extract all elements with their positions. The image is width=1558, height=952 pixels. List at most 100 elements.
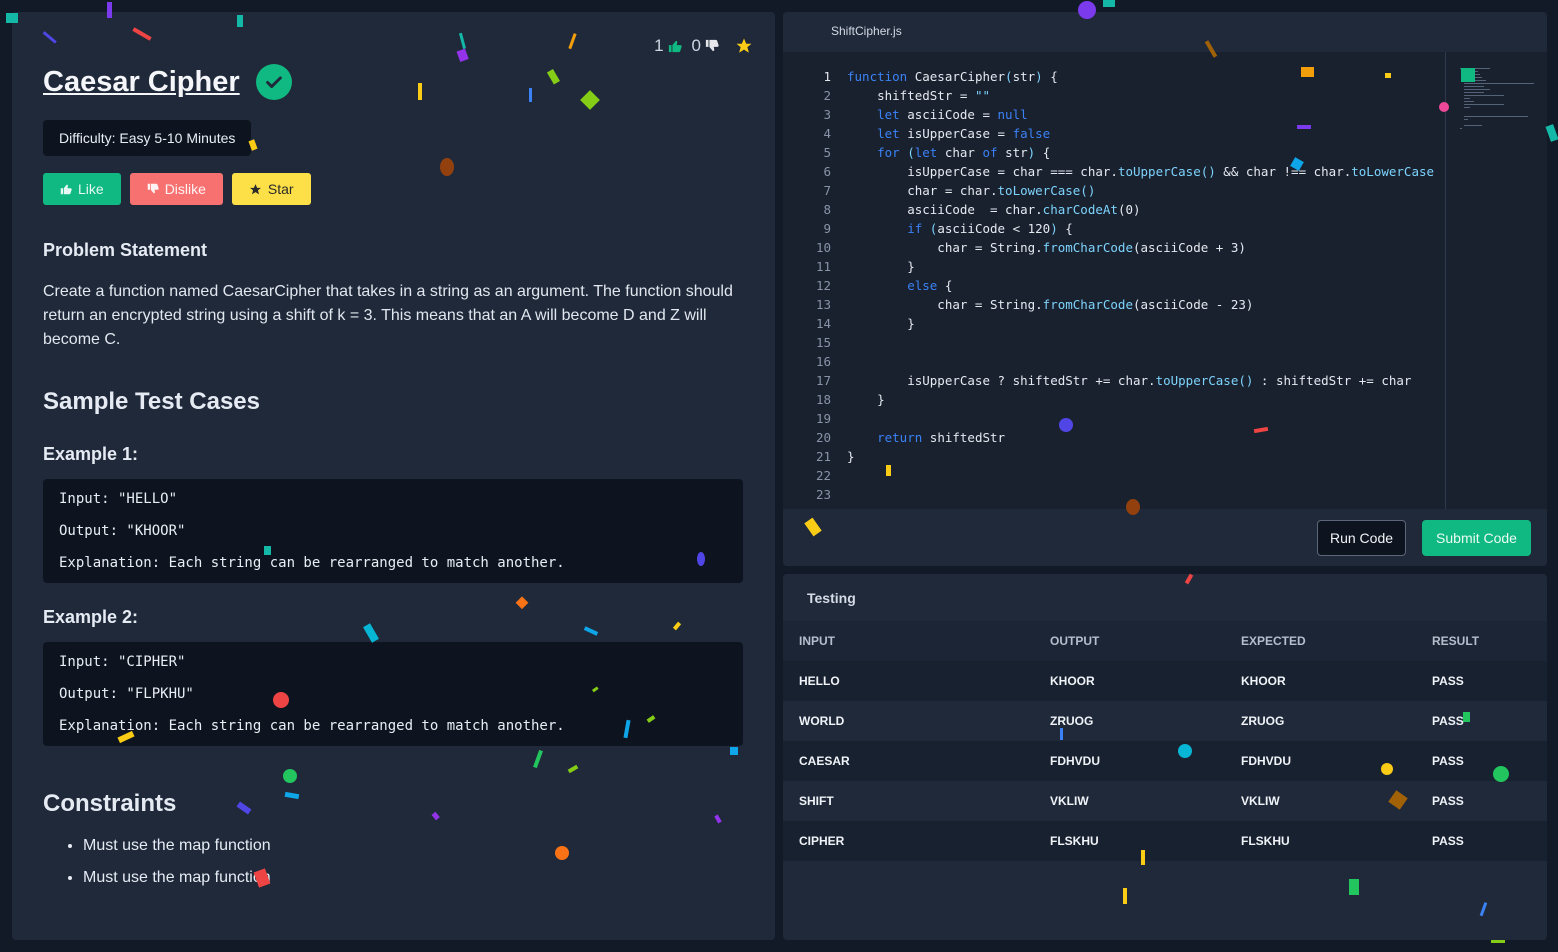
submit-code-button[interactable]: Submit Code bbox=[1422, 520, 1531, 556]
code-line: asciiCode = char.charCodeAt(0) bbox=[847, 202, 1141, 217]
example-input: Input: "HELLO" bbox=[59, 491, 178, 507]
thumbs-up-icon bbox=[668, 40, 682, 53]
constraints-list: Must use the map function Must use the m… bbox=[83, 834, 271, 898]
minimap-line bbox=[1464, 98, 1470, 99]
minimap-line bbox=[1464, 125, 1482, 126]
example-output: Output: "FLPKHU" bbox=[59, 686, 194, 702]
code-line: for (let char of str) { bbox=[847, 145, 1051, 160]
minimap-line bbox=[1460, 128, 1462, 129]
cell-expected: VKLIW bbox=[1241, 794, 1280, 808]
cell-result: PASS bbox=[1432, 674, 1464, 688]
line-number: 21 bbox=[815, 449, 831, 464]
minimap-line bbox=[1460, 68, 1490, 69]
code-line: char = char.toLowerCase() bbox=[847, 183, 1096, 198]
editor-tab-bar: ShiftCipher.js bbox=[783, 12, 1547, 52]
minimap-line bbox=[1464, 89, 1490, 90]
difficulty-badge: Difficulty: Easy 5-10 Minutes bbox=[43, 120, 252, 156]
code-line: let asciiCode = null bbox=[847, 107, 1028, 122]
problem-title[interactable]: Caesar Cipher bbox=[43, 66, 240, 99]
vote-counts: 1 0 bbox=[654, 36, 753, 56]
line-number: 6 bbox=[823, 164, 831, 179]
cell-result: PASS bbox=[1432, 714, 1464, 728]
line-number: 16 bbox=[815, 354, 831, 369]
star-icon[interactable] bbox=[735, 37, 753, 55]
line-number: 5 bbox=[823, 145, 831, 160]
code-editor[interactable]: 1 2 3 4 5 6 7 8 9 10 11 12 13 14 15 16 1… bbox=[783, 52, 1547, 509]
problem-panel: 1 0 Caesar Cipher Difficulty: Easy 5-10 … bbox=[12, 12, 775, 940]
table-row: CAESAR FDHVDU FDHVDU PASS bbox=[783, 741, 1547, 781]
column-header-output: OUTPUT bbox=[1050, 634, 1100, 648]
minimap-line bbox=[1464, 71, 1478, 72]
example-heading: Example 2: bbox=[43, 607, 139, 627]
dislike-count[interactable]: 0 bbox=[692, 36, 719, 56]
constraint-item: Must use the map function bbox=[83, 834, 271, 866]
line-number: 3 bbox=[823, 107, 831, 122]
code-line: isUpperCase ? shiftedStr += char.toUpper… bbox=[847, 373, 1412, 388]
solved-check-icon bbox=[255, 64, 292, 100]
cell-result: PASS bbox=[1432, 794, 1464, 808]
minimap-line bbox=[1464, 83, 1534, 84]
cell-expected: ZRUOG bbox=[1241, 714, 1285, 728]
minimap-line bbox=[1464, 104, 1504, 105]
reaction-buttons: Like Dislike Star bbox=[43, 173, 311, 205]
cell-expected: FDHVDU bbox=[1241, 754, 1291, 768]
code-minimap[interactable] bbox=[1445, 52, 1545, 509]
line-number: 17 bbox=[815, 373, 831, 388]
cell-input: WORLD bbox=[799, 714, 845, 728]
cell-expected: KHOOR bbox=[1241, 674, 1286, 688]
cell-expected: FLSKHU bbox=[1241, 834, 1290, 848]
line-number: 9 bbox=[823, 221, 831, 236]
code-line: let isUpperCase = false bbox=[847, 126, 1051, 141]
column-header-input: INPUT bbox=[799, 634, 835, 648]
example-input: Input: "CIPHER" bbox=[59, 654, 186, 670]
code-line: } bbox=[847, 392, 885, 407]
dislike-button[interactable]: Dislike bbox=[129, 173, 223, 205]
constraint-item: Must use the map function bbox=[83, 866, 271, 898]
line-number: 13 bbox=[815, 297, 831, 312]
minimap-line bbox=[1464, 119, 1468, 120]
like-button[interactable]: Like bbox=[43, 173, 121, 205]
run-code-button[interactable]: Run Code bbox=[1317, 520, 1406, 556]
cell-output: ZRUOG bbox=[1050, 714, 1094, 728]
minimap-line bbox=[1464, 92, 1484, 93]
table-row: WORLD ZRUOG ZRUOG PASS bbox=[783, 701, 1547, 741]
code-line: char = String.fromCharCode(asciiCode - 2… bbox=[847, 297, 1254, 312]
like-count[interactable]: 1 bbox=[654, 36, 682, 56]
code-line: isUpperCase = char === char.toUpperCase(… bbox=[847, 164, 1435, 179]
code-line: else { bbox=[847, 278, 953, 293]
code-lines[interactable]: function CaesarCipher(str) { shiftedStr … bbox=[847, 67, 1434, 504]
like-count-value: 1 bbox=[654, 36, 664, 55]
cell-input: HELLO bbox=[799, 674, 840, 688]
testing-title: Testing bbox=[807, 590, 856, 606]
star-button[interactable]: Star bbox=[231, 173, 311, 205]
minimap-line bbox=[1464, 116, 1528, 117]
table-row: HELLO KHOOR KHOOR PASS bbox=[783, 661, 1547, 701]
minimap-line bbox=[1464, 80, 1486, 81]
line-number: 7 bbox=[823, 183, 831, 198]
sample-tests-heading: Sample Test Cases bbox=[43, 388, 260, 415]
table-row: SHIFT VKLIW VKLIW PASS bbox=[783, 781, 1547, 821]
cell-input: CIPHER bbox=[799, 834, 845, 848]
minimap-line bbox=[1464, 86, 1484, 87]
cell-output: KHOOR bbox=[1050, 674, 1095, 688]
dislike-button-label: Dislike bbox=[164, 181, 206, 197]
code-line: return shiftedStr bbox=[847, 430, 1006, 445]
line-number: 8 bbox=[823, 202, 831, 217]
minimap-line bbox=[1464, 101, 1474, 102]
line-number: 12 bbox=[815, 278, 831, 293]
file-tab[interactable]: ShiftCipher.js bbox=[831, 24, 902, 38]
constraints-heading: Constraints bbox=[43, 790, 177, 817]
code-line: shiftedStr = "" bbox=[847, 88, 990, 103]
line-number: 4 bbox=[823, 126, 831, 141]
minimap-line bbox=[1464, 77, 1482, 78]
code-line: function CaesarCipher(str) { bbox=[847, 69, 1058, 84]
cell-output: VKLIW bbox=[1050, 794, 1089, 808]
line-number: 14 bbox=[815, 316, 831, 331]
table-header: INPUT OUTPUT EXPECTED RESULT bbox=[783, 621, 1547, 661]
line-number: 18 bbox=[815, 392, 831, 407]
